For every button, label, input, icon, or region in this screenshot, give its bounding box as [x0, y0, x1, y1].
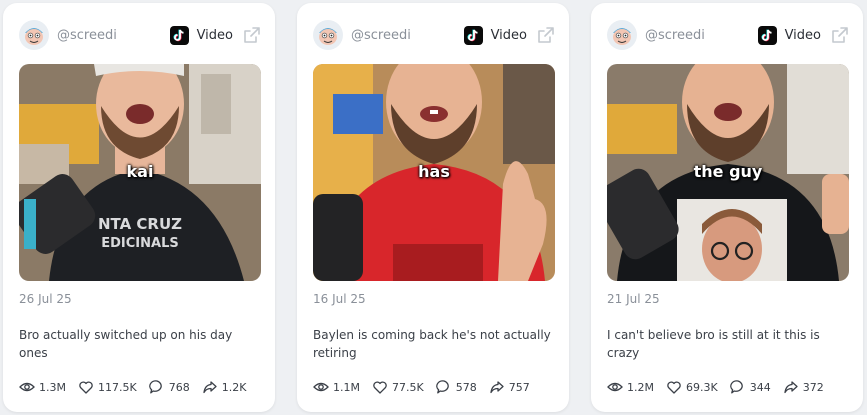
creator-handle[interactable]: @screedi [351, 28, 411, 43]
tiktok-icon [169, 25, 189, 45]
share-icon [490, 381, 504, 394]
video-card[interactable]: @screedi Video [297, 3, 569, 412]
external-link-icon[interactable] [243, 26, 261, 44]
platform-label: Video [784, 27, 821, 43]
comment-icon [435, 380, 449, 394]
tiktok-icon [757, 25, 777, 45]
shares-stat: 372 [783, 379, 824, 395]
engagement-stats: 1.3M 117.5K 768 1.2K [19, 378, 261, 396]
comments-count: 344 [749, 380, 771, 394]
likes-count: 117.5K [97, 380, 137, 394]
shares-count: 757 [508, 380, 530, 394]
comments-count: 768 [168, 380, 190, 394]
eye-icon [19, 382, 35, 392]
video-thumbnail[interactable]: the guy [607, 64, 849, 281]
post-date: 26 Jul 25 [19, 292, 72, 306]
likes-count: 69.3K [685, 380, 718, 394]
shares-count: 372 [802, 380, 824, 394]
video-card[interactable]: @screedi Video [3, 3, 275, 412]
likes-stat: 117.5K [78, 379, 137, 395]
heart-icon [667, 381, 681, 394]
post-description: Baylen is coming back he's not actually … [313, 328, 551, 360]
eye-icon [313, 382, 329, 392]
likes-stat: 77.5K [372, 379, 424, 395]
video-caption-overlay: has [418, 162, 450, 181]
card-header: @screedi Video [607, 17, 849, 53]
views-stat: 1.3M [19, 379, 66, 395]
eye-icon [607, 382, 623, 392]
platform-badge: Video [169, 25, 261, 45]
video-thumbnail[interactable]: has [313, 64, 555, 281]
creator-handle[interactable]: @screedi [645, 28, 705, 43]
video-thumbnail[interactable]: NTA CRUZ EDICINALS kai [19, 64, 261, 281]
external-link-icon[interactable] [831, 26, 849, 44]
platform-label: Video [490, 27, 527, 43]
tiktok-icon [463, 25, 483, 45]
external-link-icon[interactable] [537, 26, 555, 44]
comment-icon [148, 380, 162, 394]
views-count: 1.1M [333, 380, 360, 394]
comments-stat: 578 [435, 379, 477, 395]
platform-badge: Video [757, 25, 849, 45]
post-date: 21 Jul 25 [607, 292, 660, 306]
views-stat: 1.2M [607, 379, 654, 395]
heart-icon [79, 381, 93, 394]
comments-stat: 344 [729, 379, 771, 395]
heart-icon [373, 381, 387, 394]
video-feed: @screedi Video NTA CRUZ EDICINALS kai 26… [0, 0, 867, 415]
video-caption-overlay: the guy [693, 162, 763, 181]
card-header: @screedi Video [313, 17, 555, 53]
likes-count: 77.5K [391, 380, 424, 394]
post-description: Bro actually switched up on his day ones [19, 328, 233, 360]
engagement-stats: 1.1M 77.5K 578 757 [313, 378, 555, 396]
shares-count: 1.2K [221, 380, 247, 394]
post-description: I can't believe bro is still at it this … [607, 328, 820, 360]
comment-icon [729, 380, 743, 394]
share-icon [784, 381, 798, 394]
platform-label: Video [196, 27, 233, 43]
shares-stat: 757 [489, 379, 530, 395]
likes-stat: 69.3K [666, 379, 718, 395]
video-caption-overlay: kai [126, 162, 154, 181]
engagement-stats: 1.2M 69.3K 344 372 [607, 378, 849, 396]
share-icon [203, 381, 217, 394]
comments-count: 578 [455, 380, 477, 394]
avatar[interactable] [607, 20, 637, 50]
views-count: 1.3M [39, 380, 66, 394]
post-date: 16 Jul 25 [313, 292, 366, 306]
shares-stat: 1.2K [202, 379, 247, 395]
video-card[interactable]: @screedi Video [591, 3, 863, 412]
avatar[interactable] [313, 20, 343, 50]
avatar[interactable] [19, 20, 49, 50]
card-header: @screedi Video [19, 17, 261, 53]
platform-badge: Video [463, 25, 555, 45]
views-stat: 1.1M [313, 379, 360, 395]
svg-text:NTA CRUZ: NTA CRUZ [98, 215, 182, 233]
creator-handle[interactable]: @screedi [57, 28, 117, 43]
comments-stat: 768 [148, 379, 190, 395]
views-count: 1.2M [627, 380, 654, 394]
svg-text:EDICINALS: EDICINALS [101, 236, 178, 251]
